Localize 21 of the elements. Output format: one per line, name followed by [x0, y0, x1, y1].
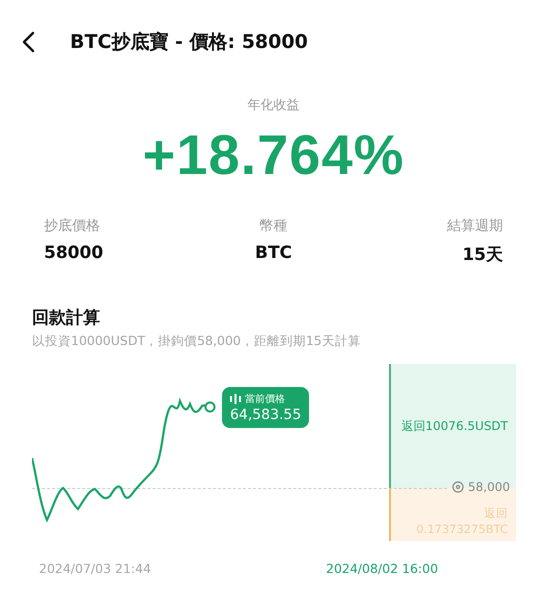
stat-label: 抄底價格: [44, 217, 100, 235]
page-title: BTC抄底寶 - 價格: 58000: [70, 30, 308, 55]
upper-return-text: 返回10076.5USDT: [401, 418, 508, 434]
annual-yield-label: 年化收益: [248, 97, 300, 114]
stat-label: 幣種: [260, 217, 288, 235]
crosshair-icon: [452, 481, 464, 493]
annual-yield-value: +18.764%: [142, 122, 404, 187]
candlestick-icon: [230, 394, 241, 404]
lower-return-text: 0.17373275BTC: [415, 522, 508, 538]
section-title: 回款計算: [32, 307, 101, 329]
strike-price: 58,000: [468, 480, 510, 494]
stat-value: 58000: [44, 243, 104, 263]
current-price-label: 當前價格: [245, 392, 285, 406]
stat-value: 15天: [462, 244, 503, 266]
current-price-value: 64,583.55: [230, 407, 302, 423]
stat-label: 結算週期: [447, 217, 503, 235]
section-subtitle: 以投資10000USDT，掛鉤價58,000，距離到期15天計算: [32, 333, 362, 350]
lower-return-text: 返回: [483, 506, 508, 522]
stat-value: BTC: [254, 243, 292, 263]
start-time: 2024/07/03 21:44: [39, 561, 152, 576]
end-time: 2024/08/02 16:00: [326, 561, 438, 576]
